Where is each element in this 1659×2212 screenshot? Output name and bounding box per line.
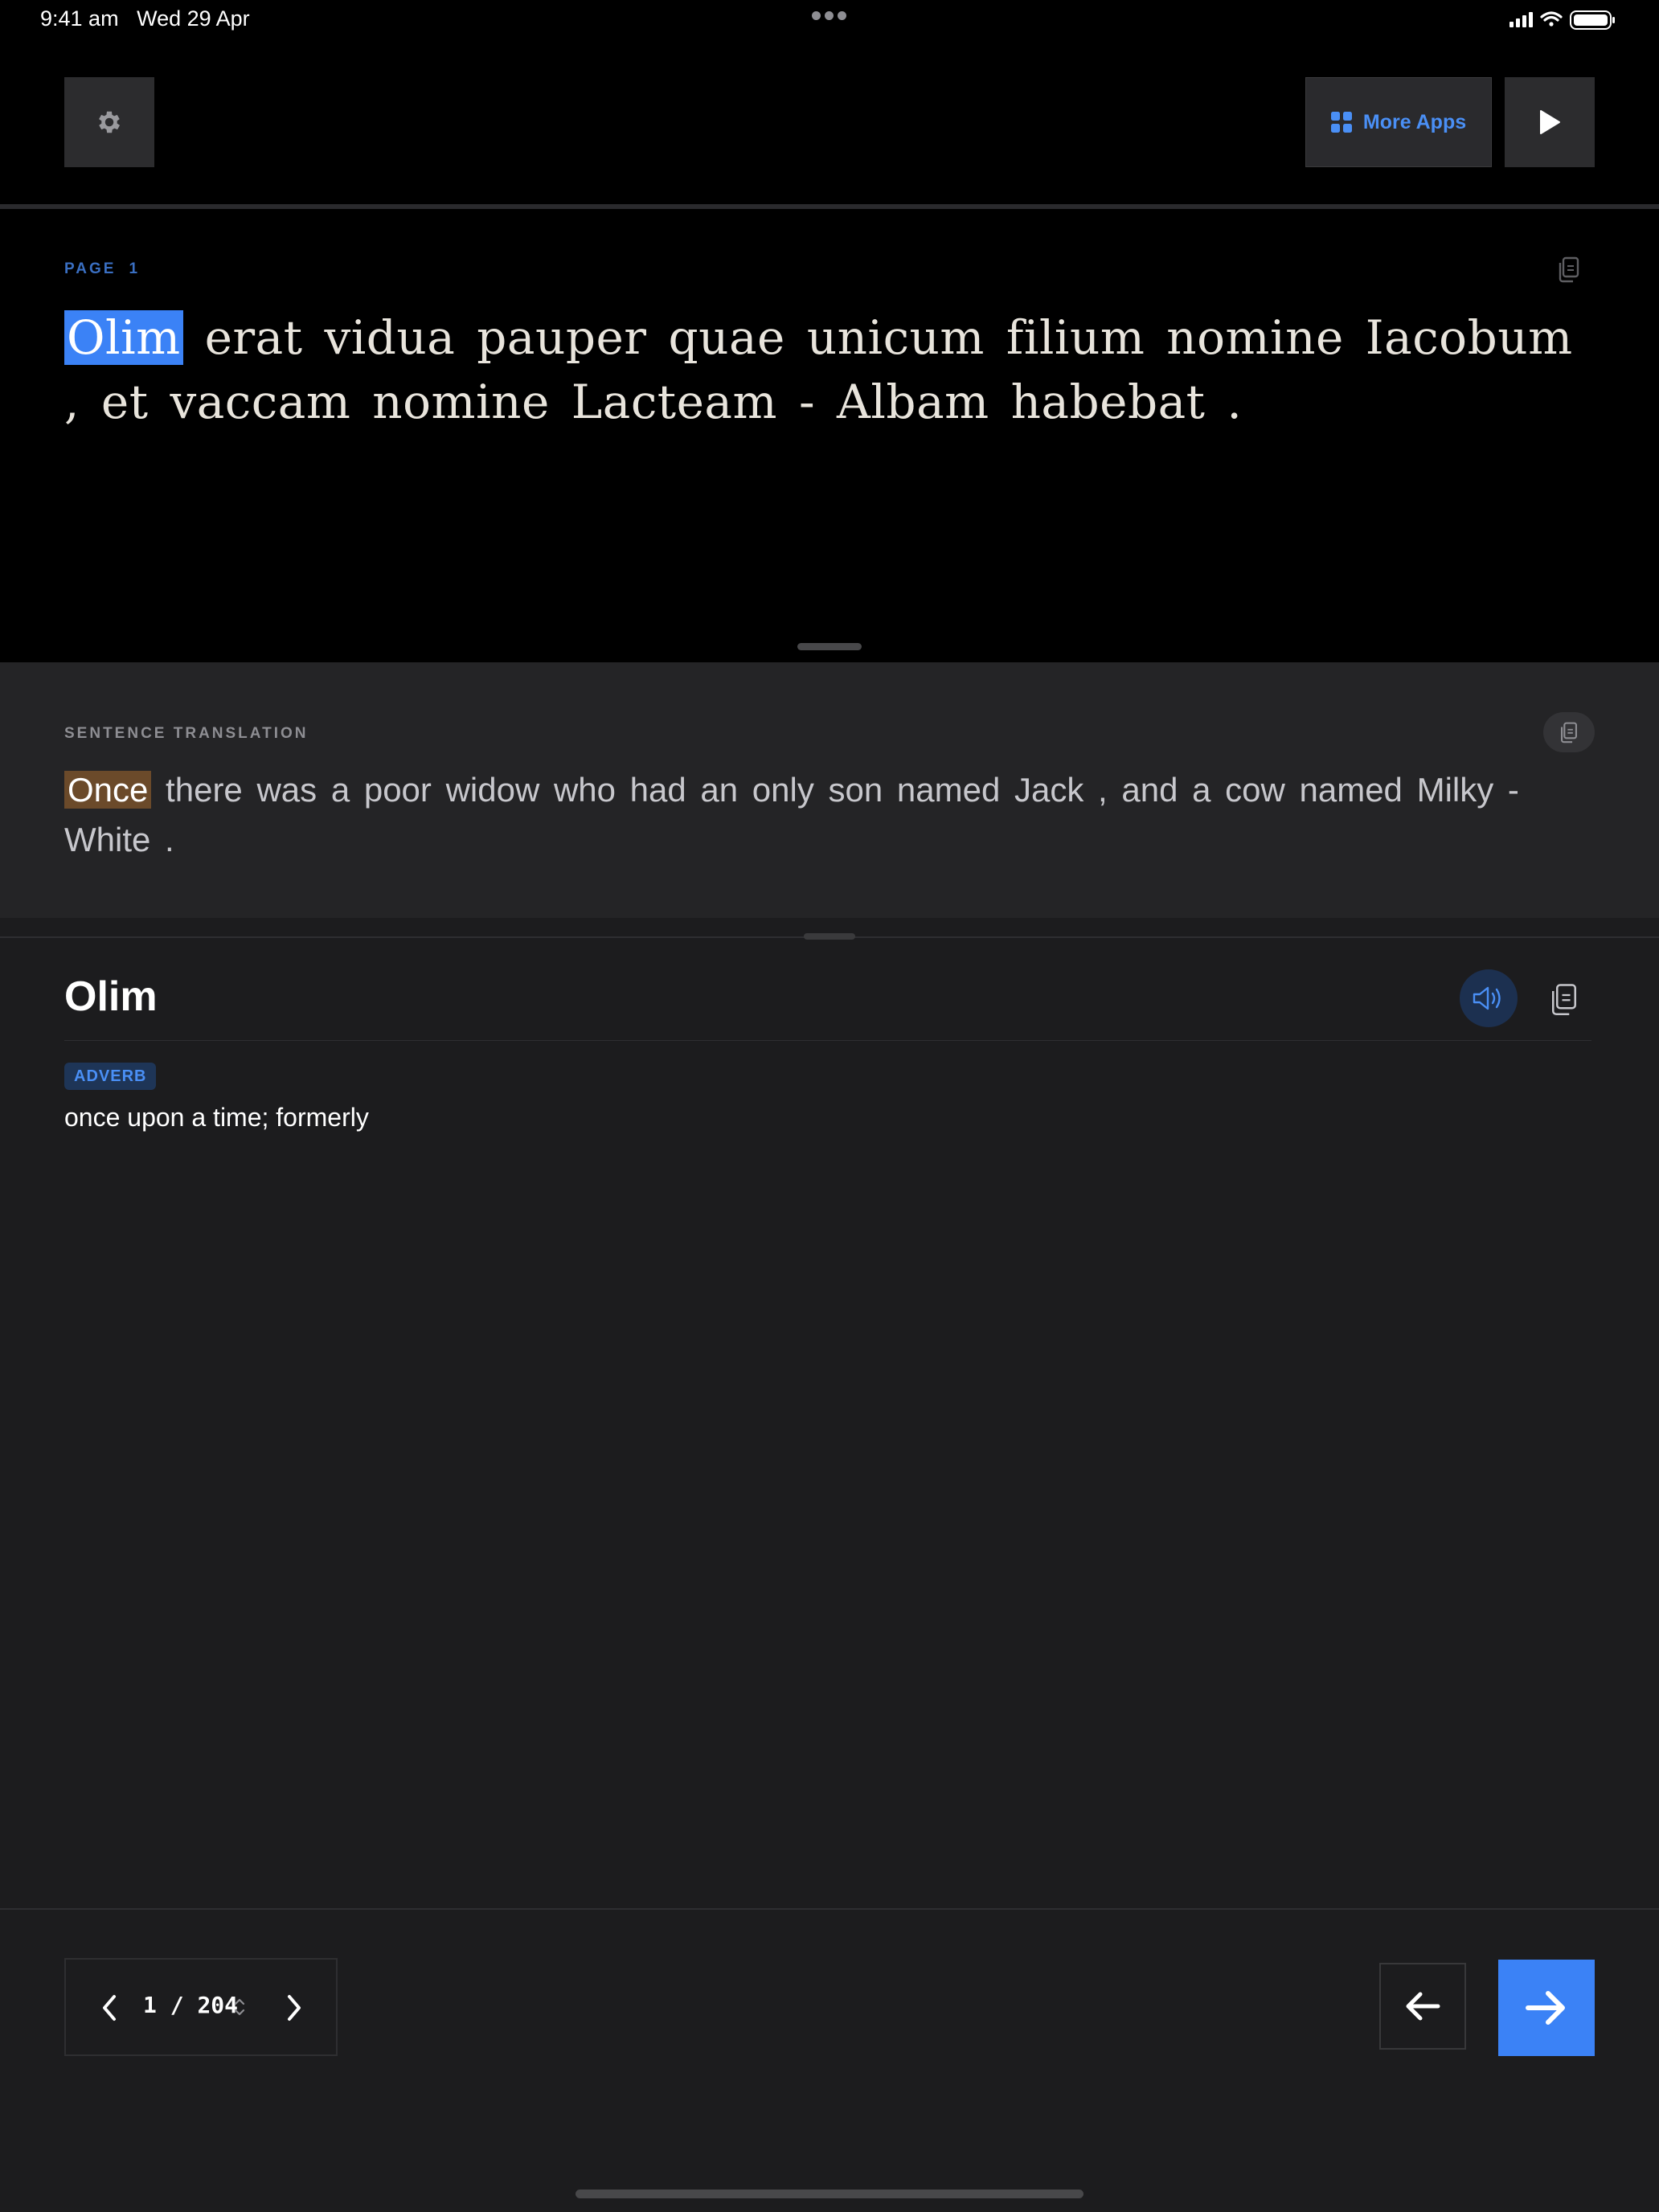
arrow-right-icon bbox=[1526, 1991, 1565, 2025]
copy-icon bbox=[1552, 984, 1576, 1015]
translation-copy-button[interactable] bbox=[1543, 712, 1595, 752]
translation-highlighted-word[interactable]: Once bbox=[64, 771, 152, 809]
status-time-date: 9:41 am Wed 29 Apr bbox=[40, 6, 250, 31]
chevron-left-icon bbox=[103, 1995, 116, 2021]
latin-word[interactable]: Albam bbox=[837, 375, 989, 429]
status-date: Wed 29 Apr bbox=[137, 6, 250, 31]
latin-word-selected[interactable]: Olim bbox=[64, 310, 183, 365]
multitasking-dots-icon[interactable] bbox=[812, 11, 847, 21]
page-number: 1 bbox=[129, 260, 141, 277]
battery-icon bbox=[1570, 10, 1615, 30]
page-navigator: 1 / 204 bbox=[64, 1958, 338, 2056]
page-separator: / bbox=[170, 1992, 184, 2018]
dictionary-divider bbox=[64, 1040, 1591, 1041]
part-of-speech-badge: ADVERB bbox=[64, 1063, 157, 1090]
latin-word[interactable]: nomine bbox=[372, 375, 550, 429]
speaker-icon bbox=[1473, 986, 1501, 1010]
page-label-text: PAGE bbox=[64, 260, 117, 277]
status-icons bbox=[1509, 8, 1619, 32]
wifi-icon bbox=[1540, 11, 1563, 27]
latin-word[interactable]: . bbox=[1227, 375, 1242, 429]
chevron-right-icon bbox=[288, 1995, 301, 2021]
dictionary-copy-button[interactable] bbox=[1548, 981, 1580, 1018]
previous-page-button[interactable] bbox=[93, 1990, 125, 2026]
latin-word[interactable]: erat bbox=[205, 310, 303, 365]
next-page-button[interactable] bbox=[278, 1990, 310, 2026]
status-time: 9:41 am bbox=[40, 6, 119, 31]
footer-divider bbox=[0, 1908, 1659, 1910]
latin-word[interactable]: Lacteam bbox=[571, 375, 777, 429]
latin-sentence[interactable]: Olim erat vidua pauper quae unicum filiu… bbox=[64, 305, 1591, 434]
page-copy-button[interactable] bbox=[1556, 256, 1582, 283]
dictionary-word: Olim bbox=[64, 973, 158, 1020]
definition-text: once upon a time; formerly bbox=[64, 1103, 369, 1132]
signal-icon bbox=[1509, 12, 1533, 27]
translation-text: Once there was a poor widow who had an o… bbox=[64, 765, 1591, 865]
next-word-button[interactable] bbox=[1498, 1960, 1595, 2056]
previous-word-button[interactable] bbox=[1379, 1963, 1466, 2050]
latin-word[interactable]: - bbox=[799, 375, 815, 429]
resize-handle[interactable] bbox=[797, 643, 862, 650]
pronounce-button[interactable] bbox=[1460, 969, 1518, 1027]
gear-icon bbox=[99, 111, 121, 133]
latin-word[interactable]: vidua bbox=[324, 310, 455, 365]
home-indicator[interactable] bbox=[576, 2189, 1083, 2198]
latin-word[interactable]: unicum bbox=[807, 310, 985, 365]
settings-button[interactable] bbox=[64, 77, 154, 167]
latin-word[interactable]: et bbox=[101, 375, 149, 429]
copy-icon bbox=[1561, 722, 1577, 743]
chevron-updown-icon bbox=[231, 1993, 248, 2021]
arrow-left-icon bbox=[1406, 1992, 1440, 2021]
play-icon bbox=[1540, 110, 1560, 134]
latin-word[interactable]: nomine bbox=[1166, 310, 1344, 365]
page-current: 1 bbox=[143, 1992, 157, 2018]
more-apps-button[interactable]: More Apps bbox=[1305, 77, 1492, 167]
play-button[interactable] bbox=[1505, 77, 1595, 167]
grid-icon bbox=[1330, 112, 1352, 133]
translation-rest: there was a poor widow who had an only s… bbox=[64, 771, 1519, 858]
copy-icon bbox=[1559, 256, 1579, 283]
latin-word[interactable]: pauper bbox=[477, 310, 646, 365]
page-label: PAGE 1 bbox=[64, 260, 140, 278]
latin-word[interactable]: , bbox=[64, 375, 80, 429]
latin-word[interactable]: quae bbox=[668, 310, 784, 365]
latin-word[interactable]: habebat bbox=[1011, 375, 1206, 429]
page-selector[interactable]: 1 / 204 bbox=[143, 1992, 238, 2018]
translation-label: SENTENCE TRANSLATION bbox=[64, 725, 309, 742]
latin-word[interactable]: Iacobum bbox=[1366, 310, 1573, 365]
latin-word[interactable]: vaccam bbox=[170, 375, 350, 429]
page-text-panel bbox=[0, 209, 1659, 662]
more-apps-label: More Apps bbox=[1362, 110, 1467, 133]
latin-word[interactable]: filium bbox=[1006, 310, 1145, 365]
resize-handle-2[interactable] bbox=[804, 933, 855, 940]
